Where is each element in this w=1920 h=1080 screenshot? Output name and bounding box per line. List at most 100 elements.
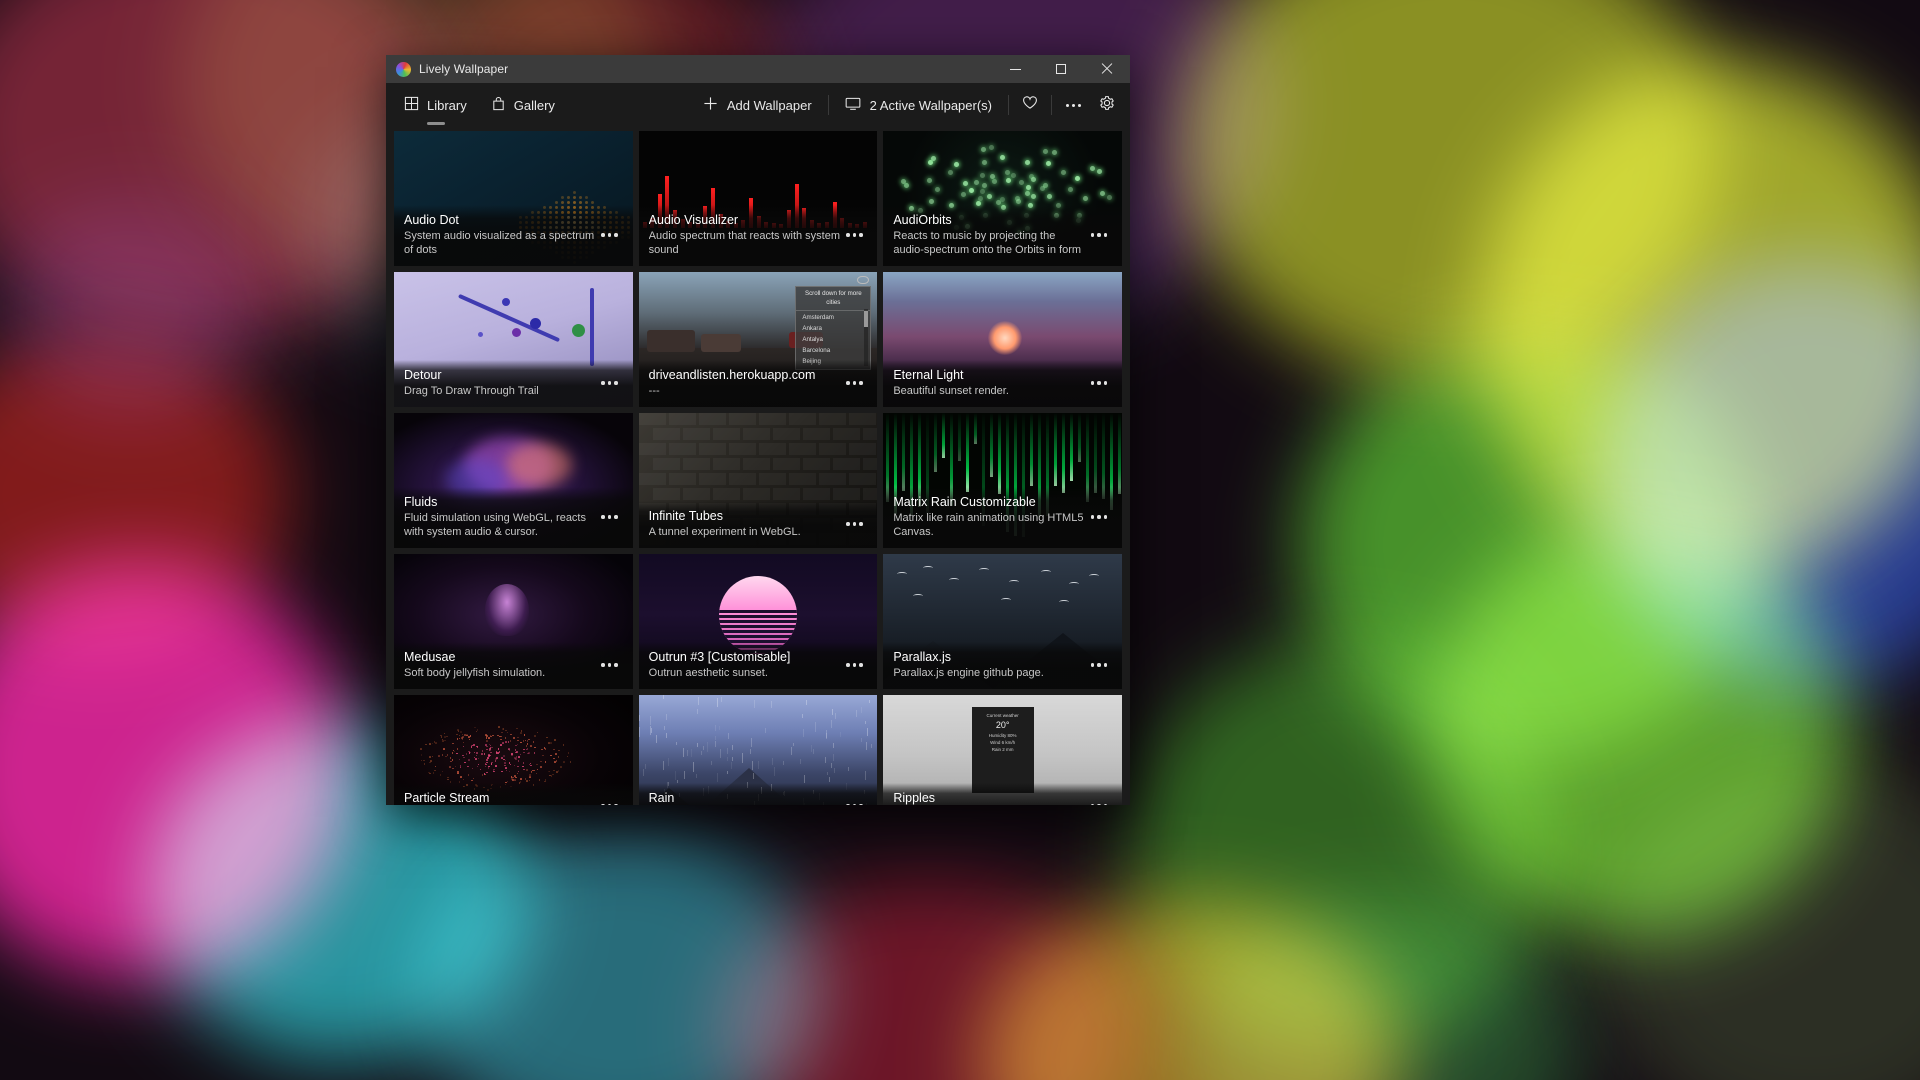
ellipsis-icon — [1091, 233, 1108, 237]
active-wallpapers-label: 2 Active Wallpaper(s) — [870, 98, 992, 113]
card-menu-button[interactable] — [841, 654, 867, 676]
settings-button[interactable] — [1090, 90, 1124, 120]
wallpaper-card[interactable]: Rain Customisable rain particles. — [639, 695, 878, 805]
ellipsis-icon — [1091, 381, 1108, 385]
card-description: Parallax.js engine github page. — [893, 666, 1086, 680]
card-menu-button[interactable] — [597, 224, 623, 246]
card-description: Outrun aesthetic sunset. — [649, 666, 842, 680]
city-list-scrollbar[interactable] — [864, 309, 868, 366]
card-title: Parallax.js — [893, 650, 1086, 665]
add-wallpaper-button[interactable]: Add Wallpaper — [691, 89, 824, 121]
card-menu-button[interactable] — [597, 372, 623, 394]
card-text: Infinite Tubes A tunnel experiment in We… — [649, 509, 842, 539]
city-list-item[interactable]: Ankara — [802, 324, 870, 335]
card-description: A tunnel experiment in WebGL. — [649, 525, 842, 539]
card-menu-button[interactable] — [597, 654, 623, 676]
city-list-item[interactable]: Antalya — [802, 335, 870, 346]
card-menu-button[interactable] — [597, 506, 623, 528]
card-text: Outrun #3 [Customisable] Outrun aestheti… — [649, 650, 842, 680]
minimize-button[interactable] — [992, 55, 1038, 83]
minimize-icon — [1010, 69, 1021, 70]
wallpaper-card[interactable]: Current weather 20° Humidity 80% Wind 6 k… — [883, 695, 1122, 805]
lively-logo-icon — [396, 62, 411, 77]
card-menu-button[interactable] — [1086, 795, 1112, 805]
card-text: Parallax.js Parallax.js engine github pa… — [893, 650, 1086, 680]
card-title: Detour — [404, 368, 597, 383]
wallpaper-card[interactable]: Fluids Fluid simulation using WebGL, rea… — [394, 413, 633, 548]
wallpaper-card[interactable]: Audio Dot System audio visualized as a s… — [394, 131, 633, 266]
gear-icon — [1099, 95, 1115, 116]
card-overlay: Matrix Rain Customizable Matrix like rai… — [883, 487, 1122, 548]
ellipsis-icon — [846, 233, 863, 237]
card-menu-button[interactable] — [1086, 506, 1112, 528]
wallpaper-card[interactable]: Outrun #3 [Customisable] Outrun aestheti… — [639, 554, 878, 689]
wallpaper-card[interactable]: Eternal Light Beautiful sunset render. — [883, 272, 1122, 407]
card-description: Drag To Draw Through Trail — [404, 384, 597, 398]
city-selector-popup[interactable]: Scroll down for more cities Amsterdam Ank… — [795, 286, 871, 370]
card-text: Medusae Soft body jellyfish simulation. — [404, 650, 597, 680]
card-menu-button[interactable] — [1086, 224, 1112, 246]
ellipsis-icon — [846, 663, 863, 667]
wallpaper-card[interactable]: Infinite Tubes A tunnel experiment in We… — [639, 413, 878, 548]
weather-row: Humidity 80% — [972, 732, 1034, 739]
card-title: Particle Stream — [404, 791, 597, 805]
ellipsis-icon — [601, 804, 618, 805]
city-list-item[interactable]: Amsterdam — [802, 313, 870, 324]
maximize-button[interactable] — [1038, 55, 1084, 83]
card-overlay: Rain Customisable rain particles. — [639, 783, 878, 805]
wallpaper-card[interactable]: Medusae Soft body jellyfish simulation. — [394, 554, 633, 689]
card-text: Matrix Rain Customizable Matrix like rai… — [893, 495, 1086, 539]
card-menu-button[interactable] — [597, 795, 623, 805]
card-description: Reacts to music by projecting the audio-… — [893, 229, 1086, 257]
library-scroll-area[interactable]: Audio Dot System audio visualized as a s… — [386, 127, 1130, 805]
nav-selection-indicator — [427, 122, 445, 125]
app-toolbar: Library Gallery Add Wallpaper 2 Active W… — [386, 83, 1130, 127]
wallpaper-card[interactable]: Detour Drag To Draw Through Trail — [394, 272, 633, 407]
more-options-button[interactable] — [1056, 90, 1090, 120]
card-title: Matrix Rain Customizable — [893, 495, 1086, 510]
ellipsis-icon — [601, 515, 618, 519]
card-overlay: Audio Visualizer Audio spectrum that rea… — [639, 205, 878, 266]
card-description: Matrix like rain animation using HTML5 C… — [893, 511, 1086, 539]
nav-item-library[interactable]: Library — [394, 89, 479, 121]
close-button[interactable] — [1084, 55, 1130, 83]
wallpaper-card[interactable]: Particle Stream Three.js particle stream… — [394, 695, 633, 805]
toolbar-divider-3 — [1051, 95, 1052, 115]
card-menu-button[interactable] — [841, 224, 867, 246]
card-menu-button[interactable] — [1086, 654, 1112, 676]
toolbar-divider-2 — [1008, 95, 1009, 115]
window-controls — [992, 55, 1130, 83]
wallpaper-card[interactable]: AudiOrbits Reacts to music by projecting… — [883, 131, 1122, 266]
card-text: Fluids Fluid simulation using WebGL, rea… — [404, 495, 597, 539]
toolbar-divider-1 — [828, 95, 829, 115]
card-description: Soft body jellyfish simulation. — [404, 666, 597, 680]
wallpaper-card[interactable]: Parallax.js Parallax.js engine github pa… — [883, 554, 1122, 689]
wallpaper-card[interactable]: Audio Visualizer Audio spectrum that rea… — [639, 131, 878, 266]
weather-temperature: 20° — [972, 719, 1034, 732]
wallpaper-card[interactable]: Matrix Rain Customizable Matrix like rai… — [883, 413, 1122, 548]
wallpaper-card[interactable]: Scroll down for more cities Amsterdam Ank… — [639, 272, 878, 407]
favorites-button[interactable] — [1013, 90, 1047, 120]
city-popup-header: Scroll down for more cities — [796, 287, 870, 311]
card-text: Particle Stream Three.js particle stream… — [404, 791, 597, 805]
card-overlay: driveandlisten.herokuapp.com --- — [639, 360, 878, 407]
card-overlay: Ripples Puddle that shows weather. — [883, 783, 1122, 805]
card-title: driveandlisten.herokuapp.com — [649, 368, 842, 383]
card-menu-button[interactable] — [841, 372, 867, 394]
lively-wallpaper-window: Lively Wallpaper Library Gallery Add Wal… — [386, 55, 1130, 805]
ellipsis-icon — [1066, 104, 1081, 107]
card-overlay: Infinite Tubes A tunnel experiment in We… — [639, 501, 878, 548]
ellipsis-icon — [601, 663, 618, 667]
card-menu-button[interactable] — [841, 795, 867, 805]
window-titlebar: Lively Wallpaper — [386, 55, 1130, 83]
active-wallpapers-button[interactable]: 2 Active Wallpaper(s) — [833, 89, 1004, 121]
city-list-item[interactable]: Barcelona — [802, 346, 870, 357]
card-menu-button[interactable] — [841, 513, 867, 535]
titlebar-left: Lively Wallpaper — [386, 62, 508, 77]
ellipsis-icon — [601, 381, 618, 385]
nav-item-gallery[interactable]: Gallery — [481, 89, 567, 121]
weather-row: Wind 6 km/h — [972, 739, 1034, 746]
window-title: Lively Wallpaper — [419, 62, 508, 76]
card-overlay: Fluids Fluid simulation using WebGL, rea… — [394, 487, 633, 548]
card-menu-button[interactable] — [1086, 372, 1112, 394]
